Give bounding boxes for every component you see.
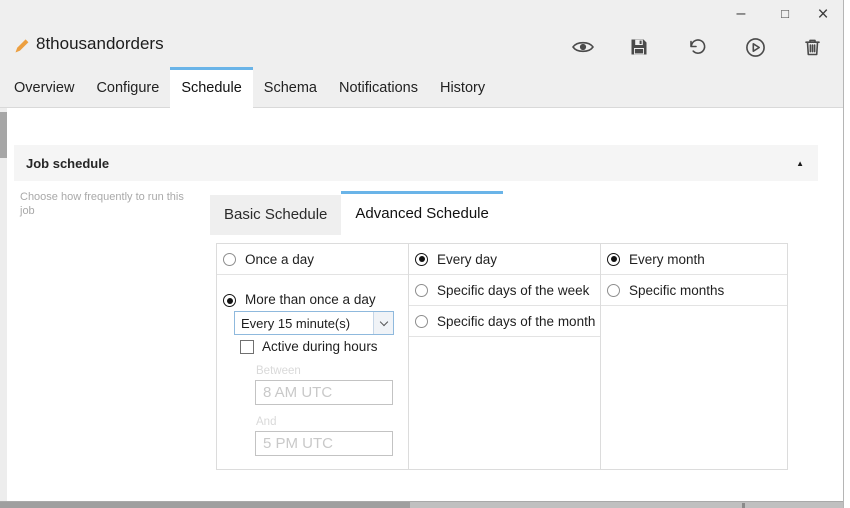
radio-once-a-day[interactable]: Once a day [217, 244, 408, 275]
radio-label: Specific months [629, 282, 725, 298]
tab-configure[interactable]: Configure [85, 67, 170, 108]
radio-every-month[interactable]: Every month [601, 244, 787, 275]
tab-schedule[interactable]: Schedule [170, 67, 253, 108]
tab-schema[interactable]: Schema [253, 67, 328, 108]
minimize-button[interactable]: – [726, 0, 756, 28]
save-button[interactable] [629, 36, 653, 58]
window-chrome: – □ × 8thousandorders Overview Configure… [0, 0, 843, 108]
window-border [843, 0, 844, 508]
undo-arrow-icon [686, 37, 710, 57]
radio-every-day[interactable]: Every day [409, 244, 600, 275]
radio-label: Every month [629, 251, 705, 267]
undo-button[interactable] [686, 36, 710, 58]
months-column: Every month Specific months [601, 244, 787, 469]
scrollbar-tick [742, 503, 745, 508]
section-description: Choose how frequently to run this job [20, 191, 184, 217]
checkbox-label: Active during hours [262, 339, 378, 354]
radio-specific-months[interactable]: Specific months [601, 275, 787, 306]
horizontal-scrollbar-thumb[interactable] [0, 502, 410, 508]
subtab-advanced-schedule[interactable]: Advanced Schedule [341, 191, 503, 235]
and-label: And [256, 416, 277, 428]
interval-select[interactable]: Every 15 minute(s) [234, 311, 394, 335]
radio-label: More than once a day [245, 292, 376, 307]
tabbar-divider [0, 107, 843, 108]
tab-notifications[interactable]: Notifications [328, 67, 429, 108]
radio-icon[interactable] [415, 252, 428, 266]
radio-label: Every day [437, 251, 498, 267]
frequency-column: Once a day More than once a day Every 15… [217, 244, 409, 469]
radio-icon[interactable] [607, 283, 620, 297]
subtab-basic-schedule[interactable]: Basic Schedule [210, 195, 342, 235]
radio-more-than-once[interactable]: More than once a day [217, 275, 408, 315]
job-schedule-section-header[interactable]: Job schedule ▲ [14, 145, 818, 181]
tab-history[interactable]: History [429, 67, 496, 108]
vertical-scrollbar[interactable] [0, 108, 7, 501]
horizontal-scrollbar[interactable] [0, 501, 843, 508]
radio-label: Once a day [245, 251, 315, 267]
radio-icon[interactable] [607, 252, 620, 266]
radio-label: Specific days of the week [437, 282, 590, 298]
play-circle-icon [745, 37, 769, 58]
preview-button[interactable] [571, 36, 595, 58]
trash-icon [803, 37, 827, 57]
between-label: Between [256, 365, 301, 377]
days-column: Every day Specific days of the week Spec… [409, 244, 601, 469]
radio-specific-days-month[interactable]: Specific days of the month [409, 306, 600, 337]
checkbox-icon[interactable] [240, 339, 254, 354]
job-name-title: 8thousandorders [36, 34, 164, 53]
maximize-button[interactable]: □ [770, 0, 800, 28]
floppy-disk-icon [629, 37, 653, 57]
chevron-down-icon [373, 312, 393, 334]
run-button[interactable] [745, 36, 769, 58]
app-window: – □ × 8thousandorders Overview Configure… [0, 0, 850, 508]
interval-select-value: Every 15 minute(s) [241, 315, 351, 331]
and-input[interactable] [255, 431, 393, 456]
tab-overview[interactable]: Overview [3, 67, 85, 108]
radio-icon[interactable] [223, 252, 236, 266]
radio-specific-days-week[interactable]: Specific days of the week [409, 275, 600, 306]
main-tabs: Overview Configure Schedule Schema Notif… [3, 67, 496, 108]
radio-label: Specific days of the month [437, 313, 596, 329]
between-input[interactable] [255, 380, 393, 405]
collapse-icon[interactable]: ▲ [796, 159, 804, 168]
edit-pencil-icon[interactable] [14, 37, 31, 54]
advanced-schedule-grid: Once a day More than once a day Every 15… [216, 243, 788, 470]
delete-button[interactable] [803, 36, 827, 58]
radio-icon[interactable] [415, 314, 428, 328]
section-title: Job schedule [26, 155, 110, 171]
radio-icon[interactable] [223, 294, 236, 307]
radio-icon[interactable] [415, 283, 428, 297]
active-during-hours-checkbox-row[interactable]: Active during hours [240, 339, 378, 354]
vertical-scrollbar-thumb[interactable] [0, 112, 7, 158]
schedule-subtabs: Basic Schedule Advanced Schedule [210, 191, 503, 235]
close-button[interactable]: × [808, 0, 838, 28]
eye-icon [571, 37, 595, 57]
